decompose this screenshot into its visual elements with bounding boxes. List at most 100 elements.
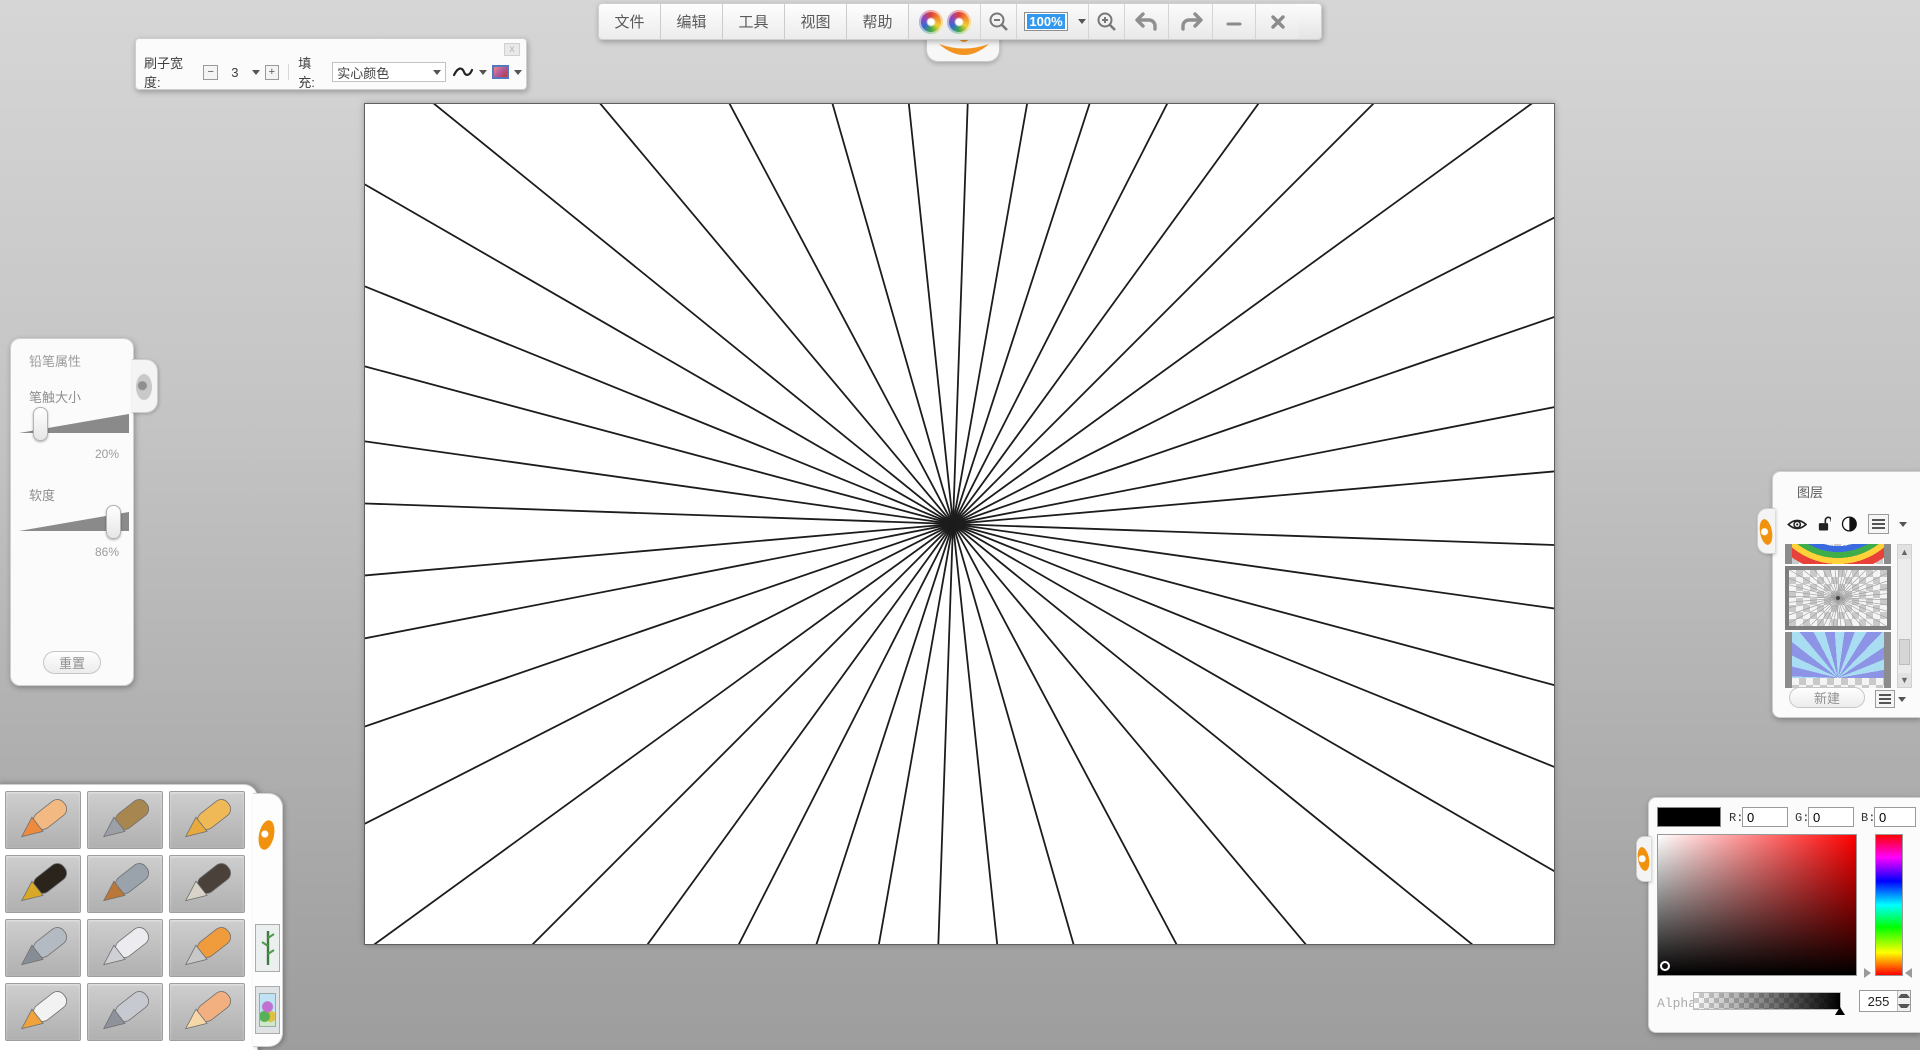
fill-mode-select[interactable]: 实心颜色 (332, 62, 446, 82)
layer-lock-icon[interactable] (1817, 515, 1832, 533)
brush-width-decrease-button[interactable]: − (203, 64, 219, 80)
alpha-increase-button[interactable] (1898, 991, 1910, 1001)
palette-knife-icon (102, 927, 149, 966)
softness-slider[interactable] (19, 505, 129, 539)
fill-label: 填充: (298, 56, 315, 90)
ear-icon (256, 818, 277, 852)
softness-value: 86% (94, 545, 119, 559)
stroke-style-dropdown[interactable] (479, 69, 488, 75)
alpha-slider[interactable] (1693, 992, 1841, 1010)
menu-file[interactable]: 文件 (599, 4, 661, 39)
layer-menu-dropdown[interactable] (1898, 696, 1906, 702)
tool-paint-roller[interactable] (169, 919, 245, 977)
bamboo-icon (260, 931, 275, 965)
tool-palette (0, 784, 283, 1050)
brush-width-label: 刷子宽度: (144, 56, 184, 90)
tool-metal-pen[interactable] (87, 983, 163, 1041)
layer-item-sunburst[interactable] (1785, 632, 1891, 688)
layer-item-rainbow[interactable] (1785, 544, 1891, 564)
layer-blend-icon[interactable] (1841, 515, 1858, 533)
fill-color-icon[interactable] (492, 65, 509, 79)
clown-left-eye-icon (918, 9, 943, 34)
redo-button[interactable] (1169, 4, 1213, 39)
chevron-down-icon (1077, 19, 1086, 24)
brush-width-increase-button[interactable]: + (264, 64, 280, 80)
metal-pen-icon (102, 991, 149, 1030)
brush-width-dropdown[interactable] (251, 69, 260, 75)
current-color-swatch (1657, 807, 1721, 827)
tool-palette-knife[interactable] (87, 919, 163, 977)
layer-list-scrollbar[interactable]: ▲ ▼ (1897, 544, 1912, 688)
zoom-in-icon (1097, 12, 1116, 31)
alpha-spinner[interactable]: 255 (1859, 990, 1911, 1012)
fill-color-dropdown[interactable] (514, 69, 522, 75)
alpha-marker[interactable] (1835, 1007, 1845, 1015)
clown-smile-icon (939, 44, 989, 55)
b-input[interactable] (1874, 807, 1916, 827)
tool-flat-brush[interactable] (87, 855, 163, 913)
stroke-size-slider[interactable] (19, 407, 129, 441)
stroke-style-button[interactable] (451, 63, 474, 81)
g-input[interactable] (1808, 807, 1854, 827)
hue-marker-right[interactable] (1905, 968, 1912, 978)
fill-mode-value: 实心颜色 (337, 65, 390, 81)
saturation-value-picker[interactable] (1657, 834, 1857, 976)
scroll-down-button[interactable]: ▼ (1898, 673, 1911, 687)
menu-view[interactable]: 视图 (785, 4, 847, 39)
softness-slider-thumb[interactable] (105, 505, 121, 539)
brush-toolbar-close-button[interactable]: x (504, 43, 520, 56)
color-panel-tab-handle[interactable] (1635, 836, 1652, 882)
eraser-icon (184, 991, 231, 1030)
menu-tools[interactable]: 工具 (723, 4, 785, 39)
color-picker-panel: R: G: B: Alpha 255 (1635, 797, 1920, 1033)
starburst-drawing (365, 104, 1554, 944)
bamboo-brush-button[interactable] (255, 924, 280, 972)
zoom-out-button[interactable] (981, 4, 1017, 39)
drawing-canvas[interactable] (364, 103, 1555, 945)
menu-edit[interactable]: 编辑 (661, 4, 723, 39)
tool-ink-brush[interactable] (169, 855, 245, 913)
tool-airbrush[interactable] (5, 919, 81, 977)
scrollbar-thumb[interactable] (1899, 639, 1910, 665)
layers-panel-tab-handle[interactable] (1757, 508, 1775, 554)
airbrush-icon (20, 927, 67, 966)
zoom-level-value: 100% (1027, 14, 1065, 29)
tool-wood-stick[interactable] (87, 791, 163, 849)
tool-paint-jar[interactable] (5, 983, 81, 1041)
undo-button[interactable] (1125, 4, 1169, 39)
scroll-up-button[interactable]: ▲ (1898, 545, 1911, 559)
layer-item-current[interactable] (1785, 566, 1891, 630)
zoom-in-button[interactable] (1089, 4, 1125, 39)
zoom-level-dropdown[interactable] (1075, 4, 1089, 39)
zoom-level-field[interactable]: 100% (1017, 4, 1075, 39)
menu-help[interactable]: 帮助 (847, 4, 909, 39)
hue-slider[interactable] (1875, 834, 1903, 976)
new-layer-button[interactable]: 新建 (1789, 687, 1865, 708)
hue-marker-left[interactable] (1864, 968, 1871, 978)
close-button[interactable] (1256, 4, 1299, 39)
stroke-size-slider-thumb[interactable] (33, 407, 48, 441)
pencil-panel-title: 铅笔属性 (29, 354, 82, 369)
stamp-picture-icon (259, 993, 276, 1027)
chevron-down-icon (432, 69, 441, 75)
alpha-decrease-button[interactable] (1898, 1001, 1910, 1011)
tool-palette-tab-handle[interactable] (253, 793, 283, 1047)
r-input[interactable] (1742, 807, 1788, 827)
ink-brush-icon (184, 863, 231, 902)
layer-visibility-icon[interactable] (1787, 517, 1808, 532)
tool-fountain-pen[interactable] (5, 855, 81, 913)
tool-eraser[interactable] (169, 983, 245, 1041)
stamp-tool-button[interactable] (255, 986, 280, 1034)
reset-button[interactable]: 重置 (43, 651, 101, 674)
pencil-panel-tab-handle[interactable] (132, 359, 158, 413)
layer-menu-button[interactable] (1875, 690, 1895, 708)
tool-crayon[interactable] (169, 791, 245, 849)
sv-cursor[interactable] (1660, 961, 1670, 971)
minimize-button[interactable] (1213, 4, 1256, 39)
layers-panel-title: 图层 (1797, 485, 1824, 500)
layer-options-button[interactable] (1868, 514, 1889, 534)
layer-thumbnail-starburst (1789, 570, 1887, 626)
mascot-eyes-button[interactable] (909, 4, 981, 39)
tool-pencil[interactable] (5, 791, 81, 849)
layer-options-dropdown[interactable] (1899, 521, 1907, 527)
